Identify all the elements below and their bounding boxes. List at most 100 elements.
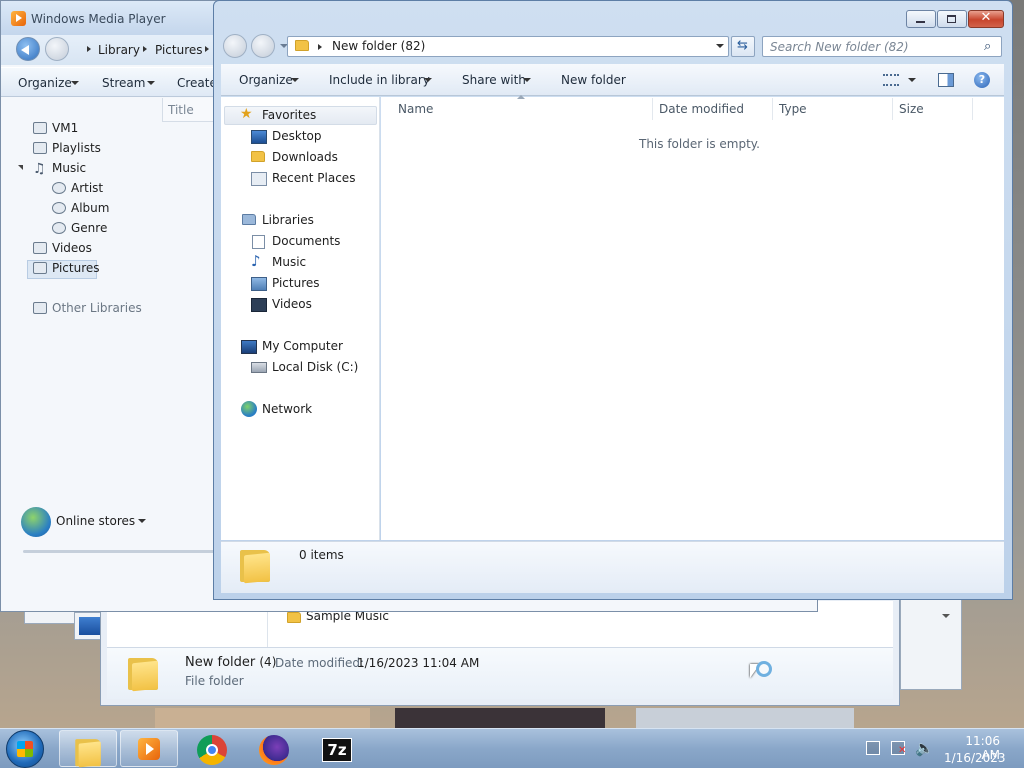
taskbar-firefox[interactable]	[244, 730, 302, 767]
details-type: File folder	[185, 674, 244, 688]
column-separator[interactable]	[972, 98, 973, 120]
nav-artist[interactable]: Artist	[71, 181, 103, 195]
recent-places-icon	[251, 172, 267, 186]
nav-pictures[interactable]: Pictures	[52, 261, 100, 275]
nav-playlists[interactable]: Playlists	[52, 141, 101, 155]
scroll-down-arrow-icon[interactable]	[942, 614, 950, 618]
minimize-icon	[916, 21, 925, 23]
taskbar-7zip[interactable]: 7z	[306, 730, 364, 767]
other-libraries-icon	[33, 302, 47, 314]
nav-vm1[interactable]: VM1	[52, 121, 78, 135]
explorer-icon	[75, 736, 101, 768]
nav-desktop[interactable]: Desktop	[272, 129, 322, 143]
chevron-down-icon[interactable]	[908, 78, 916, 82]
details-name-text: New folder	[185, 655, 256, 670]
sort-ascending-icon	[517, 95, 525, 99]
stream-menu[interactable]: Stream	[102, 76, 145, 90]
nav-network[interactable]: Network	[262, 402, 312, 416]
include-in-library-menu[interactable]: Include in library	[329, 73, 430, 87]
chevron-down-icon	[424, 78, 432, 82]
chrome-icon	[197, 735, 227, 765]
breadcrumb-pictures[interactable]: Pictures	[155, 43, 203, 57]
forward-button[interactable]	[251, 34, 275, 58]
user-library-icon	[33, 122, 47, 134]
breadcrumb-library[interactable]: Library	[98, 43, 140, 57]
picture-icon	[33, 262, 47, 274]
taskbar-chrome[interactable]	[183, 730, 241, 767]
preview-pane-icon[interactable]	[938, 73, 954, 87]
search-icon[interactable]: ⌕	[984, 39, 991, 54]
nav-genre[interactable]: Genre	[71, 221, 107, 235]
close-button[interactable]: ✕	[968, 10, 1004, 28]
create-menu[interactable]: Create	[177, 76, 217, 90]
nav-videos[interactable]: Videos	[272, 297, 312, 311]
breadcrumb-separator-icon	[205, 46, 209, 52]
column-type[interactable]: Type	[779, 102, 807, 116]
maximize-button[interactable]	[937, 10, 967, 28]
folder-icon	[295, 40, 309, 51]
maximize-icon	[947, 15, 956, 23]
new-folder-button[interactable]: New folder	[561, 73, 626, 87]
column-date-modified[interactable]: Date modified	[659, 102, 744, 116]
chevron-down-icon[interactable]	[138, 519, 146, 523]
taskbar-explorer[interactable]	[59, 730, 117, 768]
taskbar-media-player[interactable]	[120, 730, 178, 767]
wallpaper-photo	[395, 708, 605, 730]
nav-downloads[interactable]: Downloads	[272, 150, 338, 164]
action-center-icon[interactable]	[866, 741, 880, 755]
nav-music[interactable]: Music	[272, 255, 306, 269]
desktop-icon	[251, 130, 267, 144]
firefox-icon	[259, 735, 289, 765]
online-stores-button[interactable]: Online stores	[56, 514, 135, 528]
organize-menu[interactable]: Organize	[18, 76, 72, 90]
column-separator[interactable]	[892, 98, 893, 120]
expand-triangle-icon[interactable]	[18, 165, 23, 170]
file-list[interactable]	[381, 97, 1004, 540]
back-button[interactable]	[16, 37, 40, 61]
details-name: New folder (4)	[185, 655, 276, 670]
back-button[interactable]	[223, 34, 247, 58]
refresh-button[interactable]: ⇆	[731, 36, 755, 57]
minimize-button[interactable]	[906, 10, 936, 28]
details-name-count: (4)	[259, 655, 277, 669]
busy-spinner-icon	[756, 661, 772, 677]
breadcrumb-separator-icon	[143, 46, 147, 52]
folder-icon	[128, 654, 158, 692]
background-explorer-window[interactable]	[100, 598, 900, 706]
documents-icon	[252, 235, 265, 249]
nav-album[interactable]: Album	[71, 201, 109, 215]
address-dropdown-icon[interactable]	[716, 44, 724, 48]
column-separator[interactable]	[652, 98, 653, 120]
nav-pictures[interactable]: Pictures	[272, 276, 320, 290]
search-input[interactable]: Search New folder (82)	[762, 36, 1002, 57]
organize-menu[interactable]: Organize	[239, 73, 293, 87]
help-icon[interactable]: ?	[974, 72, 990, 88]
address-text[interactable]: New folder (82)	[332, 39, 425, 53]
local-disk-icon	[251, 362, 267, 373]
nav-my-computer[interactable]: My Computer	[262, 339, 343, 353]
forward-button[interactable]	[45, 37, 69, 61]
start-button[interactable]	[6, 730, 44, 768]
share-with-menu[interactable]: Share with	[462, 73, 526, 87]
nav-documents[interactable]: Documents	[272, 234, 340, 248]
media-player-title: Windows Media Player	[31, 12, 166, 26]
column-size[interactable]: Size	[899, 102, 924, 116]
refresh-icon: ⇆	[737, 38, 748, 53]
network-tray-icon[interactable]: ✕	[891, 741, 906, 756]
column-separator[interactable]	[772, 98, 773, 120]
nav-favorites[interactable]: Favorites	[262, 108, 316, 122]
nav-videos[interactable]: Videos	[52, 241, 92, 255]
music-note-icon: ♪	[251, 252, 261, 270]
nav-music[interactable]: Music	[52, 161, 86, 175]
clock-date[interactable]: 1/16/2023	[944, 751, 1006, 765]
seek-bar[interactable]	[23, 550, 223, 553]
nav-libraries[interactable]: Libraries	[262, 213, 314, 227]
column-name[interactable]: Name	[398, 102, 433, 116]
nav-local-disk[interactable]: Local Disk (C:)	[272, 360, 358, 374]
view-options-icon[interactable]	[883, 74, 899, 86]
folder-icon	[240, 546, 270, 584]
nav-other-libraries[interactable]: Other Libraries	[52, 301, 142, 315]
volume-icon[interactable]: 🔈	[915, 739, 934, 757]
nav-recent-places[interactable]: Recent Places	[272, 171, 355, 185]
computer-icon	[241, 340, 257, 354]
